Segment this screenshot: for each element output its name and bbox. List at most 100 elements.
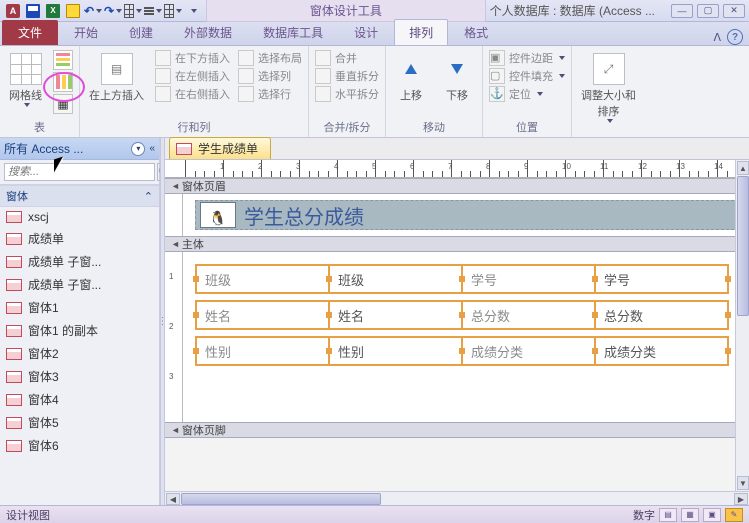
label-name[interactable]: 姓名 [195,300,330,330]
nav-group-forms[interactable]: 窗体 ⌃ [0,185,159,207]
nav-collapse-icon[interactable]: « [149,143,155,154]
field-gender[interactable]: 性别 [328,336,463,366]
nav-item-label: 窗体1 的副本 [28,322,98,339]
tab-create[interactable]: 创建 [114,19,168,45]
scroll-right-button[interactable]: ▶ [734,493,748,505]
gridlines-button[interactable]: 网格线 [6,50,45,108]
highlight-button[interactable] [64,2,82,20]
field-name[interactable]: 姓名 [328,300,463,330]
view-datasheet-button[interactable]: ▦ [681,508,699,522]
stacked-layout-button[interactable] [53,50,73,70]
insert-left-button[interactable]: 在左侧插入 [155,68,230,84]
nav-item-cjd-sub2[interactable]: 成绩单 子窗... [0,273,159,296]
collapse-ribbon-button[interactable]: ᐱ [713,31,721,44]
move-up-icon [395,53,427,85]
selected-layout-grid[interactable]: 班级 班级 学号 学号 姓名 姓名 总分数 总分数 性别 性别 成绩分类 [195,264,729,366]
select-layout-label: 选择布局 [258,50,302,66]
section-bar-detail[interactable]: 主体 [165,236,749,252]
move-down-button[interactable]: 下移 [438,50,476,104]
vertical-ruler[interactable] [165,194,183,236]
anchor-button[interactable]: ⚓定位 [489,86,565,102]
size-order-button[interactable]: ⤢ 调整大小和 排序 [578,50,639,124]
file-tab[interactable]: 文件 [2,20,58,45]
tab-home[interactable]: 开始 [59,19,113,45]
undo-button[interactable]: ↶ [84,2,102,20]
nav-dropdown-icon[interactable]: ▾ [131,142,145,156]
insert-above-button[interactable]: ▤ 在上方插入 [86,50,147,104]
vertical-scrollbar[interactable]: ▲ ▼ [735,160,749,491]
select-layout-button[interactable]: 选择布局 [238,50,302,66]
merge-button[interactable]: 合并 [315,50,379,66]
nav-item-form1[interactable]: 窗体1 [0,296,159,319]
nav-item-xscj[interactable]: xscj [0,207,159,227]
horizontal-ruler[interactable]: 1234567891011121314 [165,160,749,178]
tab-dbtools[interactable]: 数据库工具 [248,19,338,45]
section-bar-header[interactable]: 窗体页眉 [165,178,749,194]
redo-button[interactable]: ↷ [104,2,122,20]
scroll-down-button[interactable]: ▼ [737,476,749,490]
tabular-layout-button[interactable] [53,72,73,92]
insert-right-button[interactable]: 在右侧插入 [155,86,230,102]
scroll-thumb[interactable] [181,493,381,505]
view-design-button[interactable]: ✎ [725,508,743,522]
field-scoretype[interactable]: 成绩分类 [594,336,729,366]
nav-item-form2[interactable]: 窗体2 [0,342,159,365]
hsplit-button[interactable]: 水平拆分 [315,86,379,102]
form-title-control[interactable]: 学生总分成绩 [195,200,739,230]
label-class[interactable]: 班级 [195,264,330,294]
move-up-button[interactable]: 上移 [392,50,430,104]
navigation-header[interactable]: 所有 Access ... ▾ « [0,138,159,160]
tab-arrange[interactable]: 排列 [394,19,448,45]
field-class[interactable]: 班级 [328,264,463,294]
control-padding-button[interactable]: ▢控件填充 [489,68,565,84]
nav-item-form6[interactable]: 窗体6 [0,434,159,457]
tab-design[interactable]: 设计 [339,19,393,45]
minimize-button[interactable]: — [671,4,693,18]
view-form-button[interactable]: ▤ [659,508,677,522]
nav-item-cjd[interactable]: 成绩单 [0,227,159,250]
tab-external[interactable]: 外部数据 [169,19,247,45]
label-scoretype[interactable]: 成绩分类 [461,336,596,366]
maximize-button[interactable]: ▢ [697,4,719,18]
scroll-up-button[interactable]: ▲ [737,161,749,175]
vsplit-button[interactable]: 垂直拆分 [315,68,379,84]
nav-item-form5[interactable]: 窗体5 [0,411,159,434]
search-input[interactable] [4,163,155,181]
control-margin-button[interactable]: ▣控件边距 [489,50,565,66]
tab-format[interactable]: 格式 [449,19,503,45]
size-order-icon: ⤢ [593,53,625,85]
nav-item-form1-copy[interactable]: 窗体1 的副本 [0,319,159,342]
remove-layout-button[interactable]: ▦ [53,94,73,114]
field-studentno[interactable]: 学号 [594,264,729,294]
chevron-down-icon [156,9,162,13]
nav-item-cjd-sub1[interactable]: 成绩单 子窗... [0,250,159,273]
close-button[interactable]: ✕ [723,4,745,18]
scroll-thumb[interactable] [737,176,749,316]
document-tab-active[interactable]: 学生成绩单 [169,137,271,159]
nav-group-label: 窗体 [6,188,28,204]
help-button[interactable]: ? [727,29,743,45]
field-total[interactable]: 总分数 [594,300,729,330]
form-icon [6,302,22,314]
qat-customize[interactable] [184,2,202,20]
select-row-button[interactable]: 选择行 [238,86,302,102]
select-column-button[interactable]: 选择列 [238,68,302,84]
nav-item-form3[interactable]: 窗体3 [0,365,159,388]
scroll-left-button[interactable]: ◀ [166,493,180,505]
qat-grid-button[interactable] [124,2,142,20]
label-gender[interactable]: 性别 [195,336,330,366]
vertical-ruler[interactable]: 1 2 3 [165,252,183,422]
vsplit-label: 垂直拆分 [335,68,379,84]
app-icon[interactable]: A [4,2,22,20]
label-studentno[interactable]: 学号 [461,264,596,294]
section-bar-footer[interactable]: 窗体页脚 [165,422,749,438]
qat-table-button[interactable] [164,2,182,20]
view-layout-button[interactable]: ▣ [703,508,721,522]
insert-below-button[interactable]: 在下方插入 [155,50,230,66]
qat-list-button[interactable] [144,2,162,20]
save-button[interactable] [24,2,42,20]
export-excel-button[interactable]: X [44,2,62,20]
horizontal-scrollbar[interactable]: ◀ ▶ [165,491,749,505]
label-total[interactable]: 总分数 [461,300,596,330]
nav-item-form4[interactable]: 窗体4 [0,388,159,411]
